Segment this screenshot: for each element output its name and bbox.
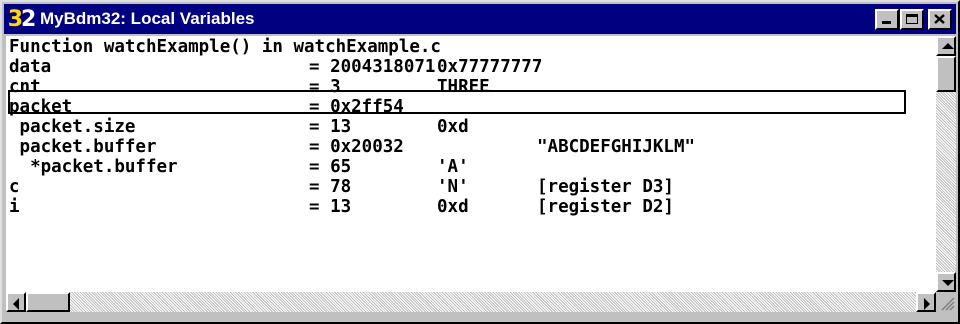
- maximize-button[interactable]: [900, 9, 924, 30]
- up-arrow-icon: [942, 43, 954, 49]
- down-arrow-icon: [942, 280, 954, 286]
- variable-value: = 65: [309, 157, 352, 177]
- variable-name: *packet.buffer: [9, 157, 178, 177]
- title-bar[interactable]: 32 MyBdm32: Local Variables: [4, 4, 956, 34]
- variable-name: packet.size: [9, 117, 136, 137]
- scroll-up-button[interactable]: [936, 36, 956, 56]
- variable-name: i: [9, 197, 20, 217]
- variable-name: packet.buffer: [9, 137, 157, 157]
- variable-extra: [register D3]: [537, 177, 674, 197]
- minimize-button[interactable]: [875, 9, 899, 30]
- scroll-down-button[interactable]: [936, 272, 956, 292]
- variable-value: = 13: [309, 197, 352, 217]
- variable-name: c: [9, 177, 20, 197]
- scroll-left-button[interactable]: [6, 292, 26, 312]
- icon-digit-3: 3: [7, 6, 23, 32]
- vertical-scroll-thumb[interactable]: [936, 56, 956, 92]
- variable-alt-value: 'A': [437, 157, 469, 177]
- variable-value: = 78: [309, 177, 352, 197]
- variables-pane[interactable]: Function watchExample() in watchExample.…: [6, 36, 936, 292]
- variable-name: data: [9, 57, 52, 77]
- local-variables-window: 32 MyBdm32: Local Variables Function wat…: [0, 0, 960, 324]
- app-32-icon[interactable]: 32: [6, 6, 37, 32]
- variable-alt-value: 'N': [437, 177, 469, 197]
- variable-alt-value: THREE: [437, 77, 490, 97]
- scroll-right-button[interactable]: [916, 292, 936, 312]
- variable-value: = 13: [309, 117, 352, 137]
- left-arrow-icon: [13, 298, 19, 310]
- variable-alt-value: 0x77777777: [437, 57, 543, 77]
- maximize-icon: [906, 14, 918, 24]
- variable-value: = 2004318071: [309, 57, 436, 77]
- function-header: Function watchExample() in watchExample.…: [9, 37, 441, 57]
- minimize-icon: [882, 21, 891, 24]
- variable-alt-value: 0xd: [437, 197, 469, 217]
- variable-alt-value: 0xd: [437, 117, 469, 137]
- variable-value: = 0x2ff54: [309, 97, 404, 117]
- variable-name: packet: [9, 97, 73, 117]
- horizontal-scrollbar[interactable]: [6, 292, 936, 312]
- vertical-scrollbar[interactable]: [936, 36, 956, 292]
- icon-digit-2: 2: [21, 6, 36, 32]
- variable-value: = 3: [309, 77, 341, 97]
- variable-name: cnt: [9, 77, 41, 97]
- variable-extra: [register D2]: [537, 197, 674, 217]
- variable-value: = 0x20032: [309, 137, 404, 157]
- variable-extra: "ABCDEFGHIJKLM": [537, 137, 696, 157]
- horizontal-scroll-thumb[interactable]: [26, 292, 70, 312]
- size-grip-icon: [941, 297, 955, 311]
- close-button[interactable]: [928, 9, 952, 30]
- close-icon: [934, 14, 945, 24]
- size-grip[interactable]: [936, 292, 956, 312]
- window-title: MyBdm32: Local Variables: [40, 9, 255, 28]
- right-arrow-icon: [924, 298, 930, 310]
